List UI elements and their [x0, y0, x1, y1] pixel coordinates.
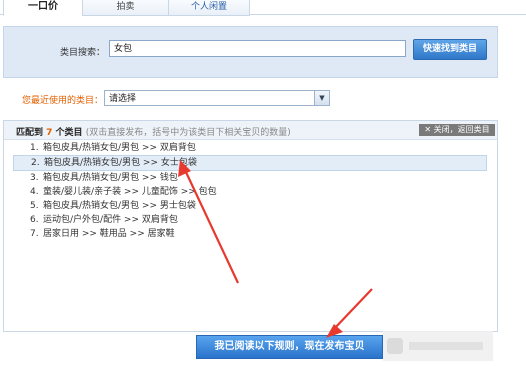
chevron-down-icon[interactable]: ▼ [314, 91, 329, 105]
results-suffix: 个类目 [52, 128, 83, 138]
list-item[interactable]: 4. 童装/婴儿装/亲子装 >> 儿童配饰 >> 包包 [13, 185, 487, 199]
item-number: 7. [30, 229, 39, 239]
item-number: 3. [30, 173, 39, 183]
tab-auction[interactable]: 拍卖 [82, 0, 169, 16]
item-number: 4. [30, 187, 39, 197]
item-label: 箱包皮具/热销女包/男包 >> 钱包 [43, 173, 178, 183]
item-number: 1. [30, 143, 39, 153]
tab-fixed-price[interactable]: 一口价 [3, 0, 83, 16]
results-panel: 匹配到 7 个类目 (双击直接发布，括号中为该类目下相关宝贝的数量) ✕ 关闭，… [3, 120, 498, 332]
watermark-logo [383, 331, 493, 361]
publish-button[interactable]: 我已阅读以下规则，现在发布宝贝 [196, 335, 383, 359]
item-number: 6. [30, 215, 39, 225]
list-item[interactable]: 6. 运动包/户外包/配件 >> 双肩背包 [13, 213, 487, 227]
list-item-selected[interactable]: 2. 箱包皮具/热销女包/男包 >> 女士包袋 [13, 155, 487, 171]
list-item[interactable]: 5. 箱包皮具/热销女包/男包 >> 男士包袋 [13, 199, 487, 213]
category-search-panel: 类目搜索： 女包 快速找到类目 [3, 26, 498, 78]
list-item[interactable]: 1. 箱包皮具/热销女包/男包 >> 双肩背包 [13, 141, 487, 155]
tab-bar: 一口价 拍卖 个人闲置 [0, 0, 526, 16]
recent-category-label: 您最近使用的类目： [22, 96, 104, 106]
item-label: 箱包皮具/热销女包/男包 >> 双肩背包 [43, 143, 196, 153]
result-list: 1. 箱包皮具/热销女包/男包 >> 双肩背包 2. 箱包皮具/热销女包/男包 >>… [13, 141, 487, 241]
recent-category-value: 请选择 [109, 94, 137, 104]
search-input[interactable]: 女包 [109, 40, 406, 57]
results-title: 匹配到 7 个类目 (双击直接发布，括号中为该类目下相关宝贝的数量) [16, 125, 291, 138]
list-item[interactable]: 3. 箱包皮具/热销女包/男包 >> 钱包 [13, 171, 487, 185]
results-header: 匹配到 7 个类目 (双击直接发布，括号中为该类目下相关宝贝的数量) ✕ 关闭，… [4, 121, 497, 140]
watermark-icon [387, 338, 403, 354]
tab-personal-idle[interactable]: 个人闲置 [168, 0, 250, 16]
results-prefix: 匹配到 [16, 128, 47, 138]
close-results-button[interactable]: ✕ 关闭，返回类目 [419, 124, 495, 136]
item-label: 箱包皮具/热销女包/男包 >> 女士包袋 [44, 158, 197, 168]
recent-category-select[interactable]: 请选择 ▼ [104, 90, 330, 106]
watermark-bar [409, 342, 483, 350]
item-number: 2. [31, 158, 40, 168]
quick-find-button[interactable]: 快速找到类目 [413, 39, 487, 60]
search-label: 类目搜索： [60, 48, 106, 58]
results-hint: (双击直接发布，括号中为该类目下相关宝贝的数量) [85, 128, 291, 138]
item-label: 居家日用 >> 鞋用品 >> 居家鞋 [43, 229, 175, 239]
item-label: 童装/婴儿装/亲子装 >> 儿童配饰 >> 包包 [43, 187, 217, 197]
item-label: 运动包/户外包/配件 >> 双肩背包 [43, 215, 178, 225]
list-item[interactable]: 7. 居家日用 >> 鞋用品 >> 居家鞋 [13, 227, 487, 241]
item-label: 箱包皮具/热销女包/男包 >> 男士包袋 [43, 201, 196, 211]
item-number: 5. [30, 201, 39, 211]
